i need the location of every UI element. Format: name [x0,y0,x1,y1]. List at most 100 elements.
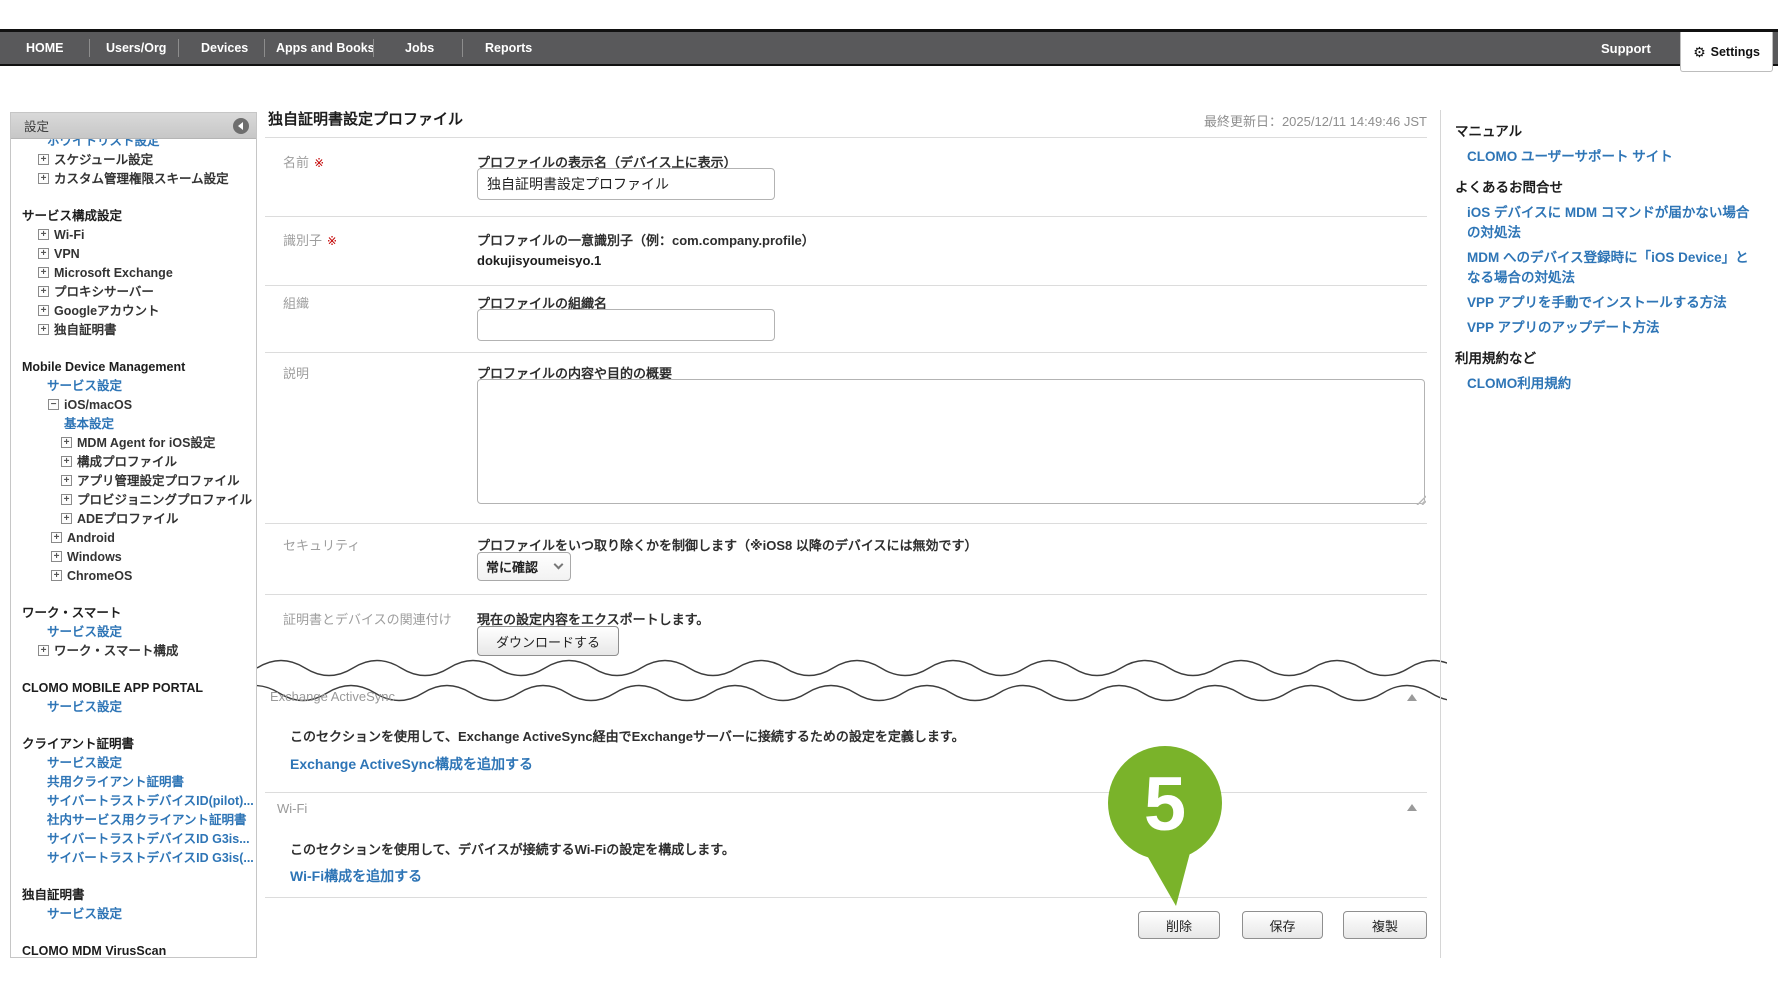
add-wifi-config-link[interactable]: Wi-Fi構成を追加する [290,866,422,886]
nav-divider [264,39,265,57]
sidebar-title: 設定 [24,116,49,135]
sidebar-item-wifi[interactable]: Wi-Fi [11,226,256,245]
expand-icon[interactable] [38,229,49,240]
nav-home[interactable]: HOME [26,32,64,64]
sidebar-item-basic-settings[interactable]: 基本設定 [11,415,256,434]
sidebar-item-app-mgmt-profile[interactable]: アプリ管理設定プロファイル [11,472,256,491]
expand-icon[interactable] [51,551,62,562]
page-title: 独自証明書設定プロファイル [268,108,463,129]
download-button[interactable]: ダウンロードする [477,626,619,656]
sidebar-item-ms-exchange[interactable]: Microsoft Exchange [11,264,256,283]
nav-devices[interactable]: Devices [201,32,248,64]
sidebar-item-android[interactable]: Android [11,529,256,548]
nav-apps-and-books[interactable]: Apps and Books [276,32,375,64]
expand-icon[interactable] [61,513,72,524]
sidebar-item-cert-service-settings[interactable]: サービス設定 [11,905,256,924]
expand-icon[interactable] [38,324,49,335]
identifier-value: dokujisyoumeisyo.1 [477,253,601,268]
sidebar-item-ios-macos[interactable]: iOS/macOS [11,396,256,415]
sidebar-item-cybertrust-g3is-2[interactable]: サイバートラストデバイスID G3is(... [11,849,256,868]
identifier-desc: プロファイルの一意識別子（例：com.company.profile） [477,230,815,249]
chevron-down-icon [554,560,564,570]
divider [265,594,1427,595]
save-button[interactable]: 保存 [1242,911,1323,939]
faq-link-vpp-update[interactable]: VPP アプリのアップデート方法 [1467,318,1755,338]
sidebar-item-custom-rights[interactable]: カスタム管理権限スキーム設定 [11,170,256,189]
expand-icon[interactable] [38,267,49,278]
nav-reports[interactable]: Reports [485,32,532,64]
expand-icon[interactable] [38,305,49,316]
name-input[interactable] [477,168,775,200]
sidebar-item-config-profile[interactable]: 構成プロファイル [11,453,256,472]
organization-input[interactable] [477,309,775,341]
expand-icon[interactable] [38,173,49,184]
security-select[interactable]: 常に確認 [477,552,571,581]
settings-tree-panel: 設定 ホワイトリスト設定 スケジュール設定 カスタム管理権限スキーム設定 サービ… [10,112,257,958]
sidebar-item-chromeos[interactable]: ChromeOS [11,567,256,586]
sidebar-item-portal-service-settings[interactable]: サービス設定 [11,698,256,717]
sidebar-item-proxy[interactable]: プロキシサーバー [11,283,256,302]
sidebar-item-windows[interactable]: Windows [11,548,256,567]
gear-icon: ⚙ [1693,45,1706,59]
divider [265,523,1427,524]
faq-link-mdm-command[interactable]: iOS デバイスに MDM コマンドが届かない場合の対処法 [1467,203,1755,243]
sidebar-item-ade-profile[interactable]: ADEプロファイル [11,510,256,529]
collapse-icon[interactable] [48,399,59,410]
sidebar-header: 設定 [11,113,256,139]
settings-tab[interactable]: ⚙ Settings [1680,32,1773,72]
clomo-terms-link[interactable]: CLOMO利用規約 [1467,374,1755,394]
duplicate-button[interactable]: 複製 [1343,911,1427,939]
chevron-left-icon [238,122,243,130]
nav-users-org[interactable]: Users/Org [106,32,166,64]
sidebar-item-cc-service-settings[interactable]: サービス設定 [11,754,256,773]
expand-icon[interactable] [61,494,72,505]
sidebar-item-cybertrust-pilot[interactable]: サイバートラストデバイスID(pilot)... [11,792,256,811]
expand-icon[interactable] [38,248,49,259]
sidebar-item-google-account[interactable]: Googleアカウント [11,302,256,321]
collapse-sidebar-button[interactable] [233,118,249,134]
settings-tab-label: Settings [1711,45,1760,59]
sidebar-item-vpn[interactable]: VPN [11,245,256,264]
sidebar-item-shared-client-cert[interactable]: 共用クライアント証明書 [11,773,256,792]
sidebar-item-internal-client-cert[interactable]: 社内サービス用クライアント証明書 [11,811,256,830]
sidebar-item-ws-service-settings[interactable]: サービス設定 [11,623,256,642]
cert-device-label: 証明書とデバイスの関連付け [283,609,452,628]
identifier-label: 識別子※ [283,230,337,249]
nav-jobs[interactable]: Jobs [405,32,434,64]
divider [265,792,1427,793]
expand-icon[interactable] [61,456,72,467]
exchange-section-desc: このセクションを使用して、Exchange ActiveSync経由でExcha… [290,726,965,745]
sidebar-item-work-smart-config[interactable]: ワーク・スマート構成 [11,642,256,661]
divider [265,285,1427,286]
collapse-section-icon[interactable] [1407,694,1417,701]
sidebar-item-mdm-agent-ios[interactable]: MDM Agent for iOS設定 [11,434,256,453]
sidebar-section-virusscan: CLOMO MDM VirusScan [11,942,256,958]
sidebar-item-provisioning-profile[interactable]: プロビジョニングプロファイル [11,491,256,510]
nav-support[interactable]: Support [1601,32,1651,64]
faq-link-ios-device[interactable]: MDM へのデバイス登録時に「iOS Device」となる場合の対処法 [1467,248,1755,288]
top-nav: HOME Users/Org Devices Apps and Books Jo… [0,29,1778,66]
expand-icon[interactable] [51,532,62,543]
clomo-support-site-link[interactable]: CLOMO ユーザーサポート サイト [1467,147,1755,167]
divider [265,352,1427,353]
expand-icon[interactable] [38,286,49,297]
sidebar-item-custom-cert[interactable]: 独自証明書 [11,321,256,340]
step-5-callout: 5 [1103,745,1238,910]
expand-icon[interactable] [38,154,49,165]
description-textarea[interactable] [477,379,1425,504]
expand-icon[interactable] [61,437,72,448]
divider [265,216,1427,217]
sidebar-item-cybertrust-g3is[interactable]: サイバートラストデバイスID G3is... [11,830,256,849]
add-exchange-config-link[interactable]: Exchange ActiveSync構成を追加する [290,754,533,774]
sidebar-section-service-config: サービス構成設定 [11,207,256,226]
sidebar-item-schedule[interactable]: スケジュール設定 [11,151,256,170]
sidebar-tree: ホワイトリスト設定 スケジュール設定 カスタム管理権限スキーム設定 サービス構成… [11,139,256,958]
expand-icon[interactable] [38,645,49,656]
expand-icon[interactable] [51,570,62,581]
panel-divider [1440,110,1441,958]
faq-link-vpp-manual-install[interactable]: VPP アプリを手動でインストールする方法 [1467,293,1755,313]
collapse-section-icon[interactable] [1407,804,1417,811]
delete-button[interactable]: 削除 [1138,911,1220,939]
expand-icon[interactable] [61,475,72,486]
sidebar-item-mdm-service-settings[interactable]: サービス設定 [11,377,256,396]
